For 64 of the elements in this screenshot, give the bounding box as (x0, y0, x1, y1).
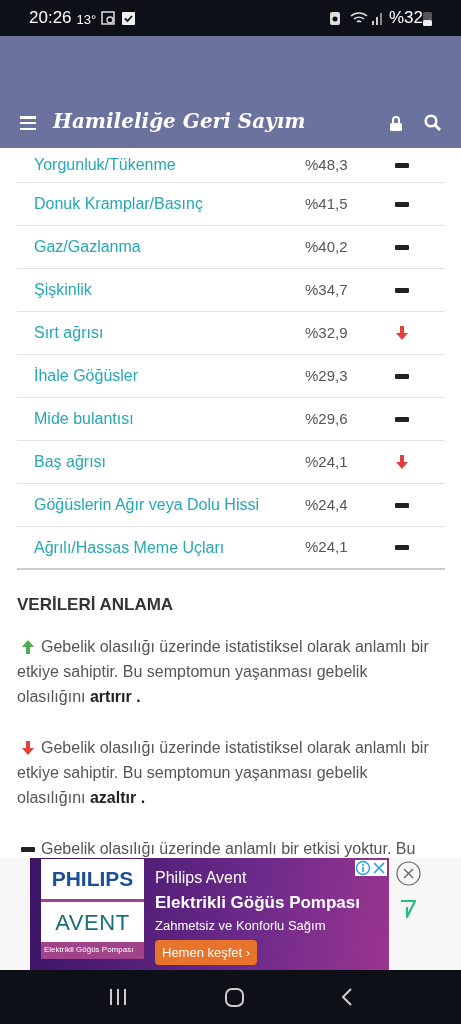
ad-title: Philips Avent (155, 868, 248, 888)
ad-headline: Elektrikli Göğüs Pompası (155, 892, 360, 914)
dash-icon (395, 373, 409, 379)
signal-icon (370, 11, 383, 25)
close-icon[interactable] (396, 861, 421, 886)
ad-banner[interactable]: PHILIPS AVENT Elektrikli Göğüs Pompası Philips Avent Elektrikli Göğüs Pompası Zahmetsiz ve Konforlu Sağım Hemen keşfet › (30, 858, 389, 970)
info-icon[interactable] (355, 860, 371, 876)
section-heading: VERİLERİ ANLAMA (17, 594, 175, 616)
site-title[interactable]: Hamileliğe Geri Sayım (53, 111, 306, 131)
dash-icon (395, 502, 409, 508)
symptom-link[interactable]: Gaz/Gazlanma (17, 235, 305, 259)
checkbox-icon (122, 11, 136, 25)
brand-logo: AVENT (55, 908, 130, 937)
legend-text: Gebelik olasılığı üzerinde istatistiksel olarak anlamlı bir etkiye sahiptir. Bu semptomun yaşanması gebelik olasılığını azaltır . (17, 737, 430, 808)
percentage: %24,4 (305, 494, 349, 515)
battery-level: %32 (388, 7, 423, 30)
percentage: %24,1 (305, 451, 349, 472)
percentage: %34,7 (305, 279, 349, 300)
percentage: %32,9 (305, 322, 349, 343)
symptom-link[interactable]: İhale Göğüsler (17, 364, 305, 388)
battery-icon (423, 10, 432, 26)
symptom-link[interactable]: Sırt ağrısı (17, 321, 305, 345)
search-icon[interactable] (424, 114, 441, 131)
legend-text: Gebelik olasılığı üzerinde istatistiksel olarak anlamlı bir etkiye sahiptir. Bu semptomun yaşanması gebelik olasılığını artırır . (17, 636, 430, 707)
dash-icon (395, 287, 409, 293)
dash-icon (21, 846, 35, 852)
symptom-link[interactable]: Donuk Kramplar/Basınç (17, 192, 305, 216)
symptom-link[interactable]: Yorgunluk/Tükenme (17, 153, 305, 177)
ad-subtitle: Zahmetsiz ve Konforlu Sağım (155, 916, 327, 935)
symptom-link[interactable]: Şişkinlik (17, 278, 305, 302)
calendar-icon (101, 11, 116, 25)
down-arrow-icon (21, 741, 35, 756)
brand-logo: PHILIPS (51, 866, 134, 893)
close-icon[interactable] (371, 860, 387, 876)
clock: 20:26 (29, 7, 72, 30)
recent-apps-icon[interactable] (109, 989, 127, 1005)
percentage: %29,3 (305, 365, 349, 386)
back-icon[interactable] (342, 988, 352, 1006)
brand-caption: Elektrikli Göğüs Pompası (43, 945, 135, 954)
home-icon[interactable] (225, 987, 244, 1007)
percentage: %41,5 (305, 193, 349, 214)
dash-icon (395, 416, 409, 422)
battery-saver-icon (329, 11, 340, 25)
percentage: %24,1 (305, 537, 349, 558)
symptom-link[interactable]: Ağrılı/Hassas Meme Uçları (17, 535, 305, 560)
symptom-link[interactable]: Göğüslerin Ağır veya Dolu Hissi (17, 493, 305, 517)
symptom-link[interactable]: Mide bulantısı (17, 407, 305, 431)
legend-text: Gebelik olasılığı üzerinde anlamlı bir etkisi yoktur. Bu (17, 835, 435, 861)
dash-icon (395, 545, 409, 550)
wifi-icon (349, 11, 368, 25)
down-arrow-icon (395, 455, 409, 469)
dash-icon (395, 201, 409, 207)
symptom-link[interactable]: Baş ağrısı (17, 450, 305, 474)
lock-icon[interactable] (390, 116, 402, 131)
menu-button[interactable] (20, 115, 36, 131)
cta-button[interactable]: Hemen keşfet › (155, 940, 258, 965)
percentage: %48,3 (305, 154, 349, 175)
dash-icon (395, 162, 409, 168)
temperature: 13° (76, 10, 97, 29)
percentage: %40,2 (305, 236, 349, 257)
down-arrow-icon (395, 326, 409, 340)
up-arrow-icon (21, 640, 35, 655)
percentage: %29,6 (305, 408, 349, 429)
dash-icon (395, 244, 409, 250)
